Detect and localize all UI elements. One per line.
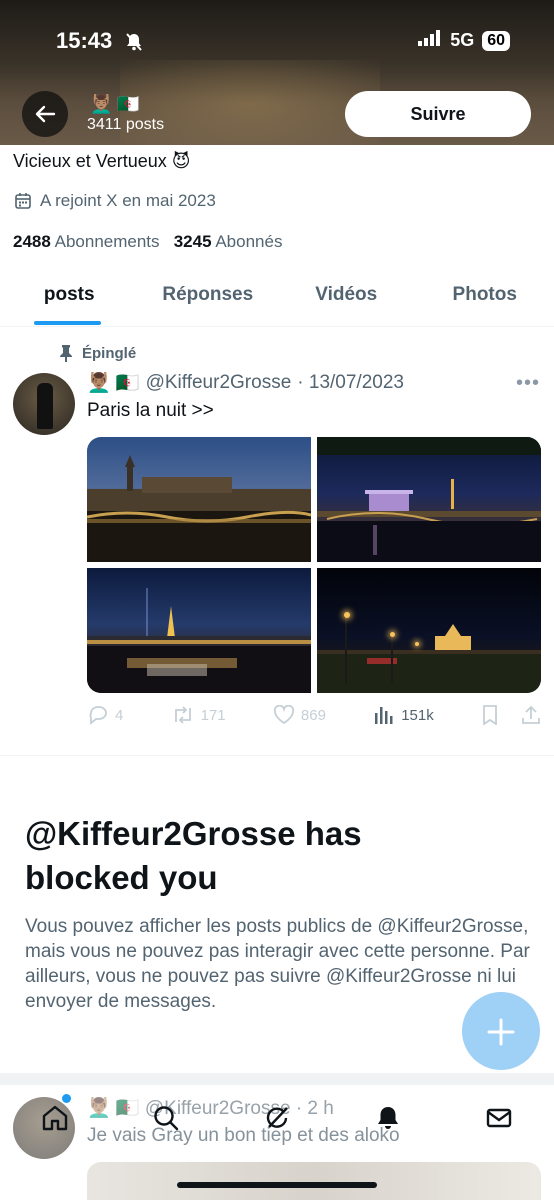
share-icon[interactable] — [521, 705, 541, 725]
nav-home[interactable] — [25, 1103, 85, 1133]
post-media[interactable] — [87, 1162, 541, 1200]
join-date-text: A rejoint X en mai 2023 — [40, 191, 216, 210]
back-button[interactable] — [22, 91, 68, 137]
plus-icon — [487, 1018, 515, 1046]
calendar-icon — [15, 193, 31, 209]
header-posts-count: 3411 posts — [87, 116, 165, 133]
blocked-description: Vous pouvez afficher les posts publics d… — [25, 916, 530, 1012]
post-actions: 4 171 869 151k — [87, 705, 541, 725]
arrow-left-icon — [35, 105, 56, 123]
compose-button[interactable] — [462, 992, 540, 1070]
nav-grok[interactable] — [247, 1103, 307, 1133]
section-separator — [0, 1073, 554, 1085]
home-icon — [43, 1105, 68, 1131]
author-emoji: 💆🏽‍♂️ 🇩🇿 — [87, 373, 140, 394]
divider — [0, 755, 554, 756]
reply-count: 4 — [115, 706, 124, 724]
avatar[interactable] — [13, 373, 75, 435]
header-name: 💆🏽‍♂️ 🇩🇿 — [90, 94, 140, 114]
silent-bell-icon — [124, 32, 144, 57]
profile-tabs: posts Réponses Vidéos Photos — [0, 272, 554, 327]
network-type: 5G — [450, 30, 475, 50]
repost-icon — [174, 706, 191, 724]
post-date: · 13/07/2023 — [297, 372, 404, 393]
pin-icon — [60, 345, 72, 362]
battery-icon: 60 — [482, 30, 510, 51]
reply-button[interactable]: 4 — [87, 705, 123, 725]
pinned-label: Épinglé — [82, 344, 137, 362]
search-icon — [154, 1106, 179, 1131]
views-icon — [375, 707, 393, 724]
post-media-grid — [87, 437, 541, 693]
join-date: A rejoint X en mai 2023 — [14, 191, 216, 211]
photo-invalides[interactable] — [317, 568, 541, 693]
status-time: 15:43 — [56, 28, 113, 53]
reply-icon — [89, 706, 107, 725]
followers-link[interactable]: 3245 Abonnés — [174, 232, 283, 251]
profile-bio: Vicieux et Vertueux 😈 — [13, 151, 191, 171]
pinned-indicator: Épinglé — [58, 344, 136, 362]
status-right: 5G 60 — [418, 30, 510, 51]
messages-icon — [486, 1108, 511, 1128]
following-link[interactable]: 2488 Abonnements — [13, 232, 160, 251]
grok-icon — [266, 1107, 288, 1128]
follow-button[interactable]: Suivre — [345, 91, 531, 137]
signal-icon — [418, 30, 442, 51]
blocked-title: @Kiffeur2Grosse has blocked you — [25, 815, 362, 896]
post-text: Paris la nuit >> — [87, 400, 214, 421]
repost-count: 171 — [200, 706, 226, 724]
tab-replies[interactable]: Réponses — [139, 272, 278, 326]
photo-assemblee[interactable] — [317, 437, 541, 562]
author-handle[interactable]: @Kiffeur2Grosse — [146, 372, 292, 394]
views-button[interactable]: 151k — [373, 705, 434, 725]
bookmark-icon[interactable] — [481, 705, 499, 725]
post-meta: 💆🏽‍♂️ 🇩🇿 @Kiffeur2Grosse · 13/07/2023 — [87, 371, 404, 395]
like-count: 869 — [300, 706, 326, 724]
nav-messages[interactable] — [469, 1103, 529, 1133]
photo-eiffel-seine[interactable] — [87, 568, 311, 693]
home-indicator — [177, 1182, 377, 1188]
more-icon[interactable]: ••• — [516, 372, 540, 395]
tab-posts[interactable]: posts — [0, 272, 139, 326]
views-count: 151k — [401, 706, 434, 724]
bottom-navigation — [0, 1088, 554, 1148]
like-button[interactable]: 869 — [273, 705, 326, 725]
nav-search[interactable] — [136, 1103, 196, 1133]
repost-button[interactable]: 171 — [171, 705, 226, 725]
nav-notifications[interactable] — [358, 1103, 418, 1133]
photo-conciergerie[interactable] — [87, 437, 311, 562]
heart-icon — [273, 705, 294, 725]
tab-videos[interactable]: Vidéos — [277, 272, 416, 326]
tab-photos[interactable]: Photos — [416, 272, 554, 326]
active-tab-indicator — [34, 321, 101, 325]
notifications-icon — [377, 1107, 398, 1129]
follow-stats: 2488 Abonnements 3245 Abonnés — [13, 232, 282, 252]
home-notification-dot — [62, 1094, 71, 1103]
